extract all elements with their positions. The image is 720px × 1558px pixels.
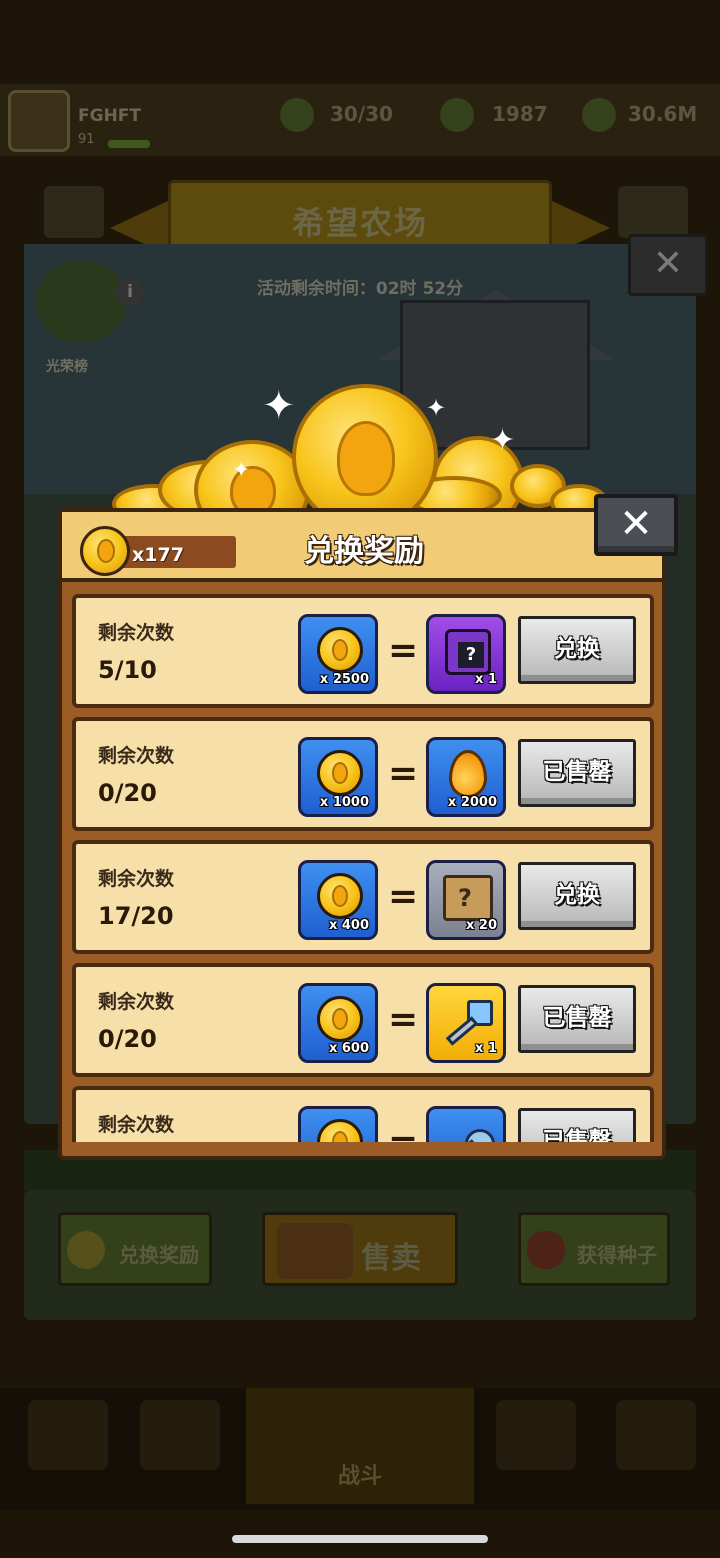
energy-icon xyxy=(280,98,314,132)
stat-leaves: 1987 xyxy=(492,102,548,126)
honor-board-label: 光荣榜 xyxy=(46,359,88,375)
remaining-count: 5/10 xyxy=(98,656,157,684)
coin-icon xyxy=(67,1231,105,1269)
equals-sign: = xyxy=(388,1122,418,1142)
menu-button[interactable] xyxy=(44,186,104,238)
reward-tile[interactable]: ? x 20 xyxy=(426,860,506,940)
avatar[interactable] xyxy=(8,90,70,152)
exchange-rewards-button[interactable]: 兑换奖励 xyxy=(58,1212,212,1286)
background-close-button[interactable]: ✕ xyxy=(628,234,708,296)
coin-icon xyxy=(317,996,363,1042)
exchange-row: 剩余次数 = 已售罄 xyxy=(72,1086,654,1142)
modal-title: 兑换奖励 xyxy=(304,534,424,569)
player-name: FGHFT xyxy=(78,106,142,126)
cost-tile: x 400 xyxy=(298,860,378,940)
sparkle-icon: ✦ xyxy=(490,423,516,458)
coin-icon xyxy=(317,873,363,919)
vegetable-basket-icon xyxy=(277,1223,353,1279)
remaining-label: 剩余次数 xyxy=(98,622,175,644)
cost-tile xyxy=(298,1106,378,1142)
reward-tile[interactable] xyxy=(426,1106,506,1142)
nav-battle-label: 战斗 xyxy=(337,1464,382,1489)
reward-quantity: x 1 xyxy=(475,672,497,687)
equals-sign: = xyxy=(388,876,419,917)
reward-quantity: x 1 xyxy=(475,1041,497,1056)
event-timer: 活动剩余时间：02时 52分 xyxy=(256,279,464,299)
remaining-label: 剩余次数 xyxy=(98,745,175,767)
exchange-button[interactable]: 兑换 xyxy=(518,862,636,930)
remaining-count: 17/20 xyxy=(98,902,174,930)
coin-icon xyxy=(317,627,363,673)
equals-sign: = xyxy=(388,630,419,671)
xp-bar xyxy=(108,140,150,148)
sell-label: 售卖 xyxy=(361,1241,421,1276)
exchange-row: 剩余次数 0/20 x 1000 = x 2000 已售罄 xyxy=(72,717,654,831)
player-level: 91 xyxy=(78,132,95,147)
coin-pile-decoration: ✦ ✦ ✦ ✦ xyxy=(110,380,610,540)
remaining-count: 0/20 xyxy=(98,779,157,807)
bean-icon xyxy=(527,1231,565,1269)
modal-header: x177 兑换奖励 xyxy=(62,512,662,582)
cost-tile: x 600 xyxy=(298,983,378,1063)
cost-tile: x 1000 xyxy=(298,737,378,817)
sold-out-button[interactable]: 已售罄 xyxy=(518,1108,636,1142)
coin-icon xyxy=(317,750,363,796)
modal-close-button[interactable]: ✕ xyxy=(594,494,678,556)
round-key-icon xyxy=(443,1123,495,1142)
leaf-icon xyxy=(440,98,474,132)
nav-team[interactable] xyxy=(496,1400,576,1470)
remaining-label: 剩余次数 xyxy=(98,868,175,890)
exchange-row: 剩余次数 0/20 x 600 = x 1 已售罄 xyxy=(72,963,654,1077)
exchange-modal: x177 兑换奖励 剩余次数 5/10 x 2500 = ? x 1 兑换 剩余… xyxy=(58,508,666,1160)
equals-sign: = xyxy=(388,753,419,794)
exchange-row: 剩余次数 17/20 x 400 = ? x 20 兑换 xyxy=(72,840,654,954)
shop-button[interactable] xyxy=(618,186,688,238)
banner-title: 希望农场 xyxy=(291,204,428,242)
sparkle-icon: ✦ xyxy=(426,394,447,422)
home-indicator[interactable] xyxy=(232,1535,488,1543)
exchange-list[interactable]: 剩余次数 5/10 x 2500 = ? x 1 兑换 剩余次数 0/20 x … xyxy=(62,586,662,1142)
sparkle-icon: ✦ xyxy=(232,458,251,483)
exchange-row: 剩余次数 5/10 x 2500 = ? x 1 兑换 xyxy=(72,594,654,708)
get-seeds-label: 获得种子 xyxy=(577,1243,657,1267)
remaining-label: 剩余次数 xyxy=(98,1114,175,1136)
exchange-rewards-label: 兑换奖励 xyxy=(119,1243,199,1267)
sold-out-button[interactable]: 已售罄 xyxy=(518,985,636,1053)
mystery-map-icon: ? xyxy=(443,875,493,921)
stat-energy: 30/30 xyxy=(330,102,393,126)
nav-map[interactable] xyxy=(616,1400,696,1470)
cost-quantity: x 600 xyxy=(328,1041,369,1056)
exchange-button[interactable]: 兑换 xyxy=(518,616,636,684)
reward-tile[interactable]: x 2000 xyxy=(426,737,506,817)
sell-button[interactable]: 售卖 xyxy=(262,1212,458,1286)
remaining-label: 剩余次数 xyxy=(98,991,175,1013)
coin-icon xyxy=(317,1119,363,1142)
sparkle-icon: ✦ xyxy=(262,383,296,429)
equals-sign: = xyxy=(388,999,419,1040)
reward-tile[interactable]: ? x 1 xyxy=(426,614,506,694)
reward-quantity: x 20 xyxy=(465,918,497,933)
cost-tile: x 2500 xyxy=(298,614,378,694)
mystery-chest-icon: ? xyxy=(445,629,491,675)
get-seeds-button[interactable]: 获得种子 xyxy=(518,1212,670,1286)
money-icon xyxy=(582,98,616,132)
cost-quantity: x 2500 xyxy=(319,672,369,687)
sold-out-button[interactable]: 已售罄 xyxy=(518,739,636,807)
cost-quantity: x 400 xyxy=(328,918,369,933)
stat-money: 30.6M xyxy=(628,102,698,126)
reward-quantity: x 2000 xyxy=(447,795,497,810)
remaining-count: 0/20 xyxy=(98,1025,157,1053)
reward-tile[interactable]: x 1 xyxy=(426,983,506,1063)
golden-drop-icon xyxy=(449,750,487,798)
cost-quantity: x 1000 xyxy=(319,795,369,810)
